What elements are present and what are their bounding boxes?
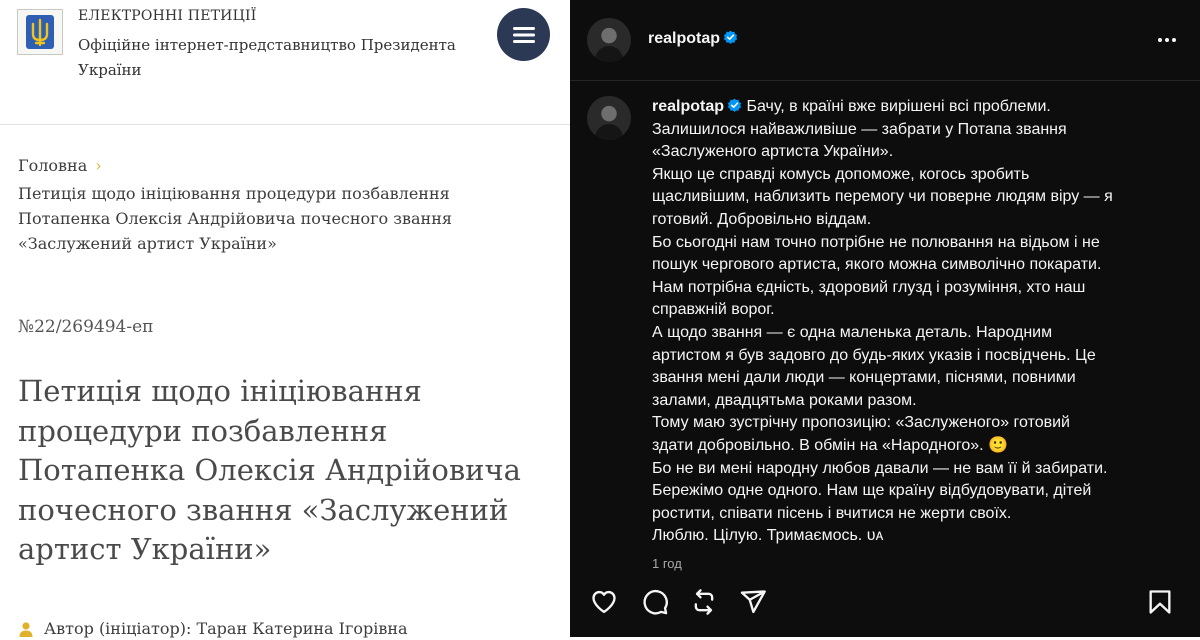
petition-number: №22/269494-еп: [18, 317, 154, 337]
menu-button[interactable]: [497, 8, 550, 61]
caption-line: звання мені дали люди — концертами, пісн…: [652, 369, 1076, 387]
avatar[interactable]: [587, 18, 631, 62]
caption-line: Люблю. Цілую. Тримаємось. ᴜᴀ: [652, 527, 884, 545]
caption-line: Бережімо одне одного. Нам ще країну відб…: [652, 482, 1092, 500]
post-actions: [570, 586, 1200, 618]
breadcrumb-home-link[interactable]: Головна: [18, 156, 87, 175]
caption-line: пошук чергового артиста, якого можна сим…: [652, 256, 1102, 274]
username-text: realpotap: [648, 30, 721, 47]
chevron-right-icon: ›: [95, 156, 102, 175]
more-icon: [1158, 38, 1162, 42]
caption-line: Бо сьогодні нам точно потрібне не полюва…: [652, 233, 1100, 251]
caption-line: А щодо звання — є одна маленька деталь. …: [652, 323, 1053, 341]
repost-button[interactable]: [688, 586, 720, 618]
caption-line: ростити, співати пісень і вчитися не жер…: [652, 504, 1012, 522]
share-button[interactable]: [737, 586, 769, 618]
caption-line: щасливішим, наблизить перемогу чи поверн…: [652, 188, 1113, 206]
post-header: realpotap: [570, 0, 1200, 80]
petition-title: Петиція щодо ініціювання процедури позба…: [18, 374, 521, 566]
caption-line: залами, двадцятьма роками разом.: [652, 391, 917, 409]
verified-badge-icon: [727, 98, 742, 112]
more-options-button[interactable]: [1153, 28, 1181, 52]
caption-username-link[interactable]: realpotap: [652, 98, 724, 115]
caption-line: «Заслуженого артиста України».: [652, 143, 894, 161]
caption-avatar[interactable]: [587, 96, 631, 140]
post-caption: realpotap Бачу, в країні вже вирішені вс…: [652, 96, 1172, 548]
header-divider: [0, 124, 570, 125]
caption-line: Тому маю зустрічну пропозицію: «Заслужен…: [652, 414, 1070, 432]
caption-line: realpotap Бачу, в країні вже вирішені вс…: [652, 98, 1051, 115]
share-icon: [740, 590, 766, 614]
author-text: Автор (ініціатор): Таран Катерина Ігорів…: [44, 619, 408, 638]
heart-icon: [592, 590, 616, 614]
caption-line: артистом я був задовго до будь-яких указ…: [652, 346, 1096, 364]
repost-icon: [694, 589, 714, 615]
site-kicker: ЕЛЕКТРОННІ ПЕТИЦІЇ: [78, 8, 257, 24]
site-subtitle: Офіційне інтернет-представництво Президе…: [78, 36, 456, 79]
trident-logo-icon[interactable]: [17, 9, 63, 55]
breadcrumb-current: Петиція щодо ініціювання процедури позба…: [18, 184, 452, 253]
verified-badge-icon: [723, 30, 738, 44]
hamburger-icon: [512, 26, 535, 43]
comment-icon: [643, 589, 668, 615]
caption-line: здати добровільно. В обмін на «Народного…: [652, 436, 1008, 454]
breadcrumb: Головна › Петиція щодо ініціювання процед…: [18, 153, 538, 256]
caption-line: Якщо це справді комусь допоможе, когось …: [652, 165, 1030, 183]
caption-line: справжній ворог.: [652, 301, 775, 319]
petition-site: ЕЛЕКТРОННІ ПЕТИЦІЇ Офіційне інтернет-пре…: [0, 0, 570, 640]
post-timestamp[interactable]: 1 год: [652, 556, 682, 571]
save-button[interactable]: [1144, 586, 1176, 618]
person-icon: [19, 621, 33, 637]
caption-line: готовий. Добровільно віддам.: [652, 210, 872, 228]
instagram-post: realpotap realpotap Бачу, в країні вже в…: [570, 0, 1200, 640]
caption-line: Залишилося найважливіше — забрати у Пота…: [652, 120, 1067, 138]
comment-button[interactable]: [639, 586, 671, 618]
petition-author: Автор (ініціатор): Таран Катерина Ігорів…: [18, 619, 408, 638]
username-link[interactable]: realpotap: [648, 30, 738, 48]
caption-line: Бо не ви мені народну любов давали — не …: [652, 459, 1108, 477]
header-separator: [570, 80, 1200, 81]
like-button[interactable]: [588, 586, 620, 618]
bookmark-icon: [1149, 590, 1171, 614]
site-header: ЕЛЕКТРОННІ ПЕТИЦІЇ Офіційне інтернет-пре…: [0, 0, 570, 124]
caption-line: Нам потрібна єдність, здоровий глузд і р…: [652, 278, 1086, 296]
